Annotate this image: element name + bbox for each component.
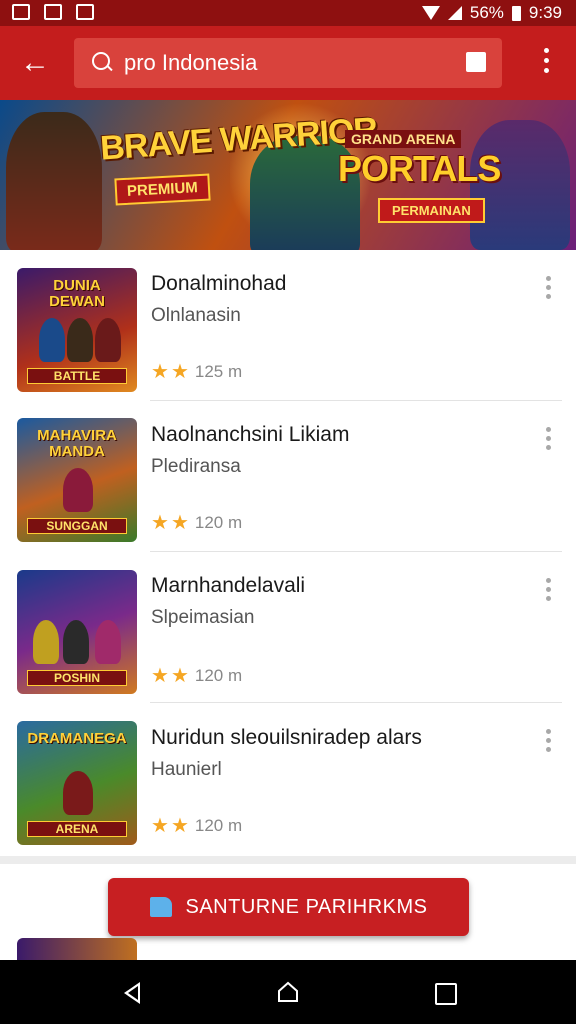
app-title: Naolnanchsini Likiam xyxy=(151,423,350,446)
system-nav-bar xyxy=(0,960,576,1024)
nav-recents-icon[interactable] xyxy=(435,983,457,1005)
image-notification-icon xyxy=(12,4,30,20)
app-subtitle: Plediransa xyxy=(151,456,241,477)
item-more-button[interactable] xyxy=(546,276,552,299)
status-bar: 56% 9:39 xyxy=(0,0,576,26)
app-rating: ★ ★ 120 m xyxy=(151,816,242,836)
back-button[interactable]: ← xyxy=(18,46,52,80)
overflow-menu-button[interactable] xyxy=(544,48,550,73)
star-icon: ★ xyxy=(151,665,169,687)
flag-icon xyxy=(149,897,172,917)
clear-search-icon[interactable] xyxy=(466,52,486,72)
app-thumbnail: POSHIN xyxy=(17,570,137,694)
gallery-notification-icon xyxy=(44,4,62,20)
search-icon xyxy=(92,52,110,70)
star-icon: ★ xyxy=(151,361,169,383)
battery-icon xyxy=(511,5,521,21)
star-icon: ★ xyxy=(170,665,189,687)
app-title: Nuridun sleouilsniradep alars xyxy=(151,726,422,749)
search-input[interactable]: pro Indonesia xyxy=(124,50,257,76)
app-rating: ★ ★ 120 m xyxy=(151,666,242,686)
app-rating: ★ ★ 125 m xyxy=(151,362,242,382)
app-thumbnail: MAHAVIRA MANDA SUNGGAN xyxy=(17,418,137,542)
banner-tag-right: GRAND ARENA xyxy=(345,130,462,148)
list-item[interactable]: DRAMANEGA ARENA Nuridun sleouilsniradep … xyxy=(0,703,576,854)
item-more-button[interactable] xyxy=(546,427,552,450)
app-title: Donalminohad xyxy=(151,272,287,295)
clock: 9:39 xyxy=(528,3,562,22)
battery-percent: 56% xyxy=(469,3,504,22)
search-field[interactable]: pro Indonesia xyxy=(74,38,502,88)
star-icon: ★ xyxy=(151,815,169,837)
star-icon: ★ xyxy=(170,512,189,534)
primary-action-button[interactable]: SANTURNE PARIHRKMS xyxy=(108,878,469,936)
app-subtitle: Slpeimasian xyxy=(151,607,255,628)
item-more-button[interactable] xyxy=(546,729,552,752)
signal-icon xyxy=(447,6,462,20)
app-bar: ← pro Indonesia xyxy=(0,26,576,100)
primary-action-label: SANTURNE PARIHRKMS xyxy=(185,895,428,918)
banner-hero-left xyxy=(6,112,102,250)
banner-subtitle-left: PREMIUM xyxy=(114,173,211,206)
app-thumbnail: DUNIA DEWAN BATTLE xyxy=(17,268,137,392)
promo-banner[interactable]: BRAVE WARRIOR PREMIUM GRAND ARENA PORTAL… xyxy=(0,100,576,250)
nav-back-icon[interactable] xyxy=(124,982,140,1004)
list-item[interactable]: POSHIN Marnhandelavali Slpeimasian ★ ★ 1… xyxy=(0,552,576,703)
list-item[interactable]: MAHAVIRA MANDA SUNGGAN Naolnanchsini Lik… xyxy=(0,401,576,552)
app-size: 120 m xyxy=(194,816,243,835)
item-more-button[interactable] xyxy=(546,578,552,601)
next-item-thumbnail[interactable] xyxy=(17,938,137,960)
star-icon: ★ xyxy=(170,361,189,383)
notification-icons xyxy=(12,4,94,20)
shield-notification-icon xyxy=(76,4,94,20)
app-size: 125 m xyxy=(194,362,243,381)
app-subtitle: Haunierl xyxy=(151,759,222,780)
arrow-left-icon: ← xyxy=(20,46,50,79)
app-rating: ★ ★ 120 m xyxy=(151,513,242,533)
app-title: Marnhandelavali xyxy=(151,574,306,597)
app-size: 120 m xyxy=(194,666,243,685)
app-subtitle: Olnlanasin xyxy=(151,305,241,326)
nav-home-icon[interactable] xyxy=(276,980,300,1004)
app-thumbnail: DRAMANEGA ARENA xyxy=(17,721,137,845)
banner-subtitle-right: PERMAINAN xyxy=(378,198,485,223)
section-divider xyxy=(0,856,576,864)
app-size: 120 m xyxy=(194,513,243,532)
system-indicators: 56% 9:39 xyxy=(421,3,562,23)
wifi-icon xyxy=(421,6,440,20)
banner-title-right: PORTALS xyxy=(338,148,501,189)
star-icon: ★ xyxy=(151,512,169,534)
star-half-icon: ★ xyxy=(170,815,189,837)
list-item[interactable]: DUNIA DEWAN BATTLE Donalminohad Olnlanas… xyxy=(0,250,576,401)
